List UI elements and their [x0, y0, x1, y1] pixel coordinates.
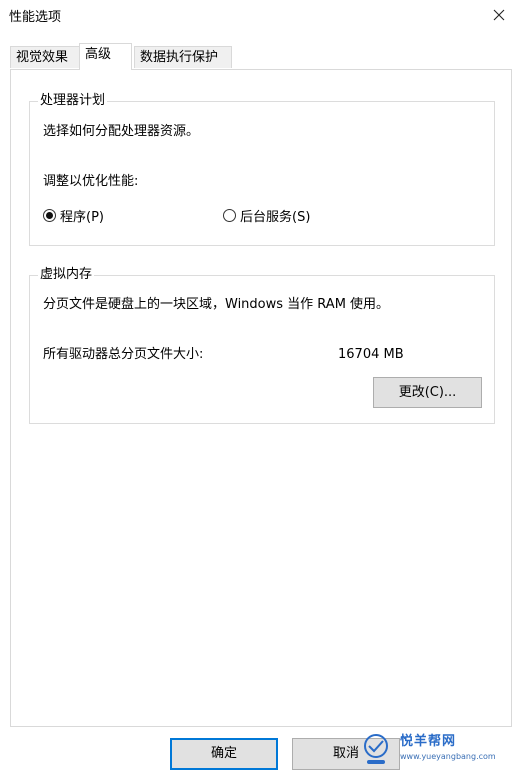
radio-background-label: 后台服务(S) — [240, 210, 311, 225]
watermark-logo-icon — [364, 734, 388, 764]
title-bar: 性能选项 — [0, 0, 522, 30]
change-button[interactable]: 更改(C)... — [373, 377, 482, 408]
cpu-scheduling-group: 处理器计划 选择如何分配处理器资源。 调整以优化性能: 程序(P) 后台服务(S… — [29, 93, 495, 246]
watermark-text: 悦羊帮网 — [400, 734, 457, 749]
group-title-cpu: 处理器计划 — [38, 93, 108, 109]
memory-description: 分页文件是硬盘上的一块区域，Windows 当作 RAM 使用。 — [43, 297, 390, 312]
window-title: 性能选项 — [9, 10, 62, 25]
radio-unselected-indicator — [223, 209, 236, 222]
virtual-memory-group: 虚拟内存 分页文件是硬盘上的一块区域，Windows 当作 RAM 使用。 所有… — [29, 267, 495, 424]
close-button[interactable] — [476, 0, 522, 30]
group-title-memory: 虚拟内存 — [38, 267, 95, 283]
watermark: 悦羊帮网 www.yueyangbang.com — [352, 728, 512, 772]
total-paging-label: 所有驱动器总分页文件大小: — [43, 347, 204, 362]
tab-advanced[interactable]: 高级 — [79, 43, 132, 70]
cpu-description: 选择如何分配处理器资源。 — [43, 124, 200, 139]
radio-programs[interactable]: 程序(P) — [43, 206, 104, 225]
radio-selected-indicator — [43, 209, 56, 222]
radio-programs-label: 程序(P) — [60, 210, 104, 225]
tab-dep[interactable]: 数据执行保护 — [134, 46, 232, 68]
tab-bar: 视觉效果 高级 数据执行保护 — [10, 43, 510, 70]
ok-button[interactable]: 确定 — [170, 738, 278, 770]
watermark-url: www.yueyangbang.com — [400, 752, 496, 761]
radio-background-services[interactable]: 后台服务(S) — [223, 206, 310, 225]
tab-visual-effects[interactable]: 视觉效果 — [10, 46, 80, 68]
tab-panel: 处理器计划 选择如何分配处理器资源。 调整以优化性能: 程序(P) 后台服务(S… — [10, 69, 512, 727]
close-icon — [493, 9, 505, 21]
adjust-label: 调整以优化性能: — [43, 174, 139, 189]
total-paging-value: 16704 MB — [338, 347, 404, 362]
